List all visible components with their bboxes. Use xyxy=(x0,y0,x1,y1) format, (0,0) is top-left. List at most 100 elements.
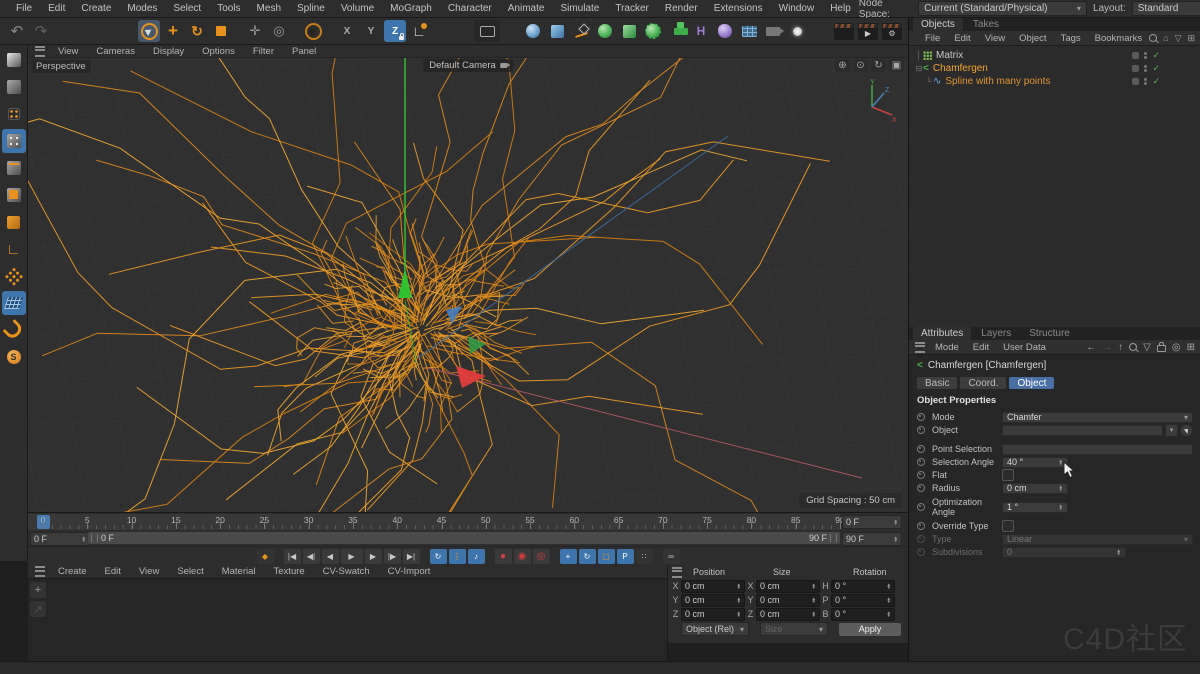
mat-menu-cv-import[interactable]: CV-Import xyxy=(380,566,439,577)
prev-key-button[interactable]: ◀| xyxy=(303,549,320,564)
menu-tools[interactable]: Tools xyxy=(209,3,248,14)
range-right-grip[interactable] xyxy=(830,534,837,542)
prev-frame-button[interactable]: ◀ xyxy=(322,549,339,564)
polygon-mode-button[interactable] xyxy=(2,183,26,207)
menu-animate[interactable]: Animate xyxy=(500,3,553,14)
object-row-matrix[interactable]: │ Matrix ✓ xyxy=(909,49,1200,62)
move-button[interactable]: + xyxy=(162,20,184,42)
expander-icon[interactable]: ⊟ xyxy=(915,64,923,73)
position-y-field[interactable]: 0 cm▲▼ xyxy=(681,594,745,607)
om-path-icon[interactable]: ⌂ xyxy=(1163,33,1168,43)
override-type-checkbox[interactable] xyxy=(1002,520,1014,532)
menu-mesh[interactable]: Mesh xyxy=(249,3,289,14)
coordinate-system-button[interactable]: ∟ xyxy=(408,20,430,42)
axis-y-button[interactable]: Y xyxy=(360,20,382,42)
menu-extensions[interactable]: Extensions xyxy=(706,3,771,14)
object-row-chamfergen[interactable]: ⊟ < Chamfergen ✓ xyxy=(909,62,1200,75)
live-selection-button[interactable] xyxy=(138,20,160,42)
parent-up-icon[interactable]: ↑ xyxy=(1118,342,1123,353)
track-icon[interactable]: ◎ xyxy=(1172,342,1181,353)
mat-menu-texture[interactable]: Texture xyxy=(266,566,313,577)
camera-button[interactable] xyxy=(762,20,784,42)
maximize-view-icon[interactable]: ▣ xyxy=(889,59,904,72)
rotation-h-field[interactable]: 0 °▲▼ xyxy=(831,580,895,593)
visibility-toggles[interactable] xyxy=(1144,78,1147,85)
spinner-icon[interactable]: ▲▼ xyxy=(82,536,86,542)
flat-checkbox[interactable] xyxy=(1002,469,1014,481)
keyframe-dot-icon[interactable] xyxy=(917,522,925,530)
snap-button[interactable] xyxy=(2,318,26,342)
mode-dropdown[interactable]: Chamfer▾ xyxy=(1002,412,1193,423)
om-menu-object[interactable]: Object xyxy=(1012,33,1053,44)
size-mode-dropdown[interactable]: Size▾ xyxy=(760,622,828,636)
om-menu-view[interactable]: View xyxy=(978,33,1012,44)
position-x-field[interactable]: 0 cm▲▼ xyxy=(681,580,745,593)
subdivision-surface-button[interactable] xyxy=(594,20,616,42)
object-picker-icon[interactable] xyxy=(1180,424,1193,437)
model-mode-button[interactable] xyxy=(2,75,26,99)
range-start-field[interactable]: 0 F ▲▼ xyxy=(30,532,90,546)
object-dropdown-icon[interactable]: ▾ xyxy=(1165,424,1178,437)
attr-search-icon[interactable] xyxy=(1129,343,1137,351)
point-selection-field[interactable] xyxy=(1002,444,1193,455)
menu-modes[interactable]: Modes xyxy=(119,3,165,14)
size-y-field[interactable]: 0 cm▲▼ xyxy=(756,594,820,607)
goto-end-button[interactable]: ▶| xyxy=(403,549,420,564)
orbit-icon[interactable]: ↻ xyxy=(871,59,886,72)
optimization-angle-field[interactable]: 1 °▲▼ xyxy=(1002,502,1068,513)
coords-menu-icon[interactable] xyxy=(672,567,682,578)
current-frame-field[interactable]: 0 F ▲▼ xyxy=(842,515,902,529)
position-z-field[interactable]: 0 cm▲▼ xyxy=(681,608,745,621)
generator-button[interactable] xyxy=(618,20,640,42)
keyframe-dot-icon[interactable] xyxy=(917,413,925,421)
object-link-field[interactable] xyxy=(1002,425,1163,436)
volume-builder-button[interactable] xyxy=(642,20,664,42)
scale-button[interactable] xyxy=(210,20,232,42)
om-search-icon[interactable] xyxy=(1149,34,1157,42)
attr-menu-mode[interactable]: Mode xyxy=(928,342,966,353)
size-x-field[interactable]: 0 cm▲▼ xyxy=(756,580,820,593)
render-view-button[interactable] xyxy=(474,20,500,42)
layer-color-chip[interactable] xyxy=(1132,65,1139,72)
loop-mode-button[interactable]: ↻ xyxy=(430,549,447,564)
keyframe-list-button[interactable]: ⋮ xyxy=(449,549,466,564)
metaball-button[interactable] xyxy=(714,20,736,42)
key-pla-button[interactable]: ∷ xyxy=(636,549,653,564)
import-material-button[interactable]: ↗ xyxy=(30,601,46,617)
attr-menu-icon[interactable] xyxy=(915,342,925,353)
radius-field[interactable]: 0 cm▲▼ xyxy=(1002,483,1068,494)
undo-button[interactable]: ↶ xyxy=(6,20,28,42)
dolly-icon[interactable]: ⊙ xyxy=(853,59,868,72)
rotate-button[interactable]: ↻ xyxy=(186,20,208,42)
play-button[interactable]: ▶ xyxy=(341,549,363,564)
keyframe-dot-icon[interactable] xyxy=(917,426,925,434)
apply-button[interactable]: Apply xyxy=(839,623,901,636)
texture-mode-button[interactable] xyxy=(2,102,26,126)
viewport-menu-icon[interactable] xyxy=(35,46,45,57)
floor-button[interactable] xyxy=(738,20,760,42)
light-button[interactable] xyxy=(786,20,808,42)
redo-button[interactable]: ↷ xyxy=(30,20,52,42)
visibility-toggles[interactable] xyxy=(1144,65,1147,72)
pan-icon[interactable]: ⊕ xyxy=(835,59,850,72)
subtab-coord[interactable]: Coord. xyxy=(960,377,1006,389)
key-position-button[interactable]: + xyxy=(560,549,577,564)
texture-axis-button[interactable] xyxy=(2,264,26,288)
menu-create[interactable]: Create xyxy=(73,3,119,14)
spline-pen-button[interactable] xyxy=(522,20,544,42)
mat-menu-view[interactable]: View xyxy=(131,566,167,577)
attr-menu-edit[interactable]: Edit xyxy=(966,342,996,353)
subtab-object[interactable]: Object xyxy=(1009,377,1054,389)
keyframe-dot-icon[interactable] xyxy=(917,484,925,492)
cloner-button[interactable] xyxy=(666,20,688,42)
attr-add-icon[interactable]: ⊞ xyxy=(1187,342,1195,353)
goto-start-button[interactable]: |◀ xyxy=(284,549,301,564)
record-keyframe-button[interactable]: ● xyxy=(495,549,512,564)
symmetry-button[interactable]: H xyxy=(690,20,712,42)
menu-window[interactable]: Window xyxy=(771,3,823,14)
menu-file[interactable]: File xyxy=(8,3,40,14)
render-active-view-button[interactable] xyxy=(834,23,854,40)
next-key-button[interactable]: |▶ xyxy=(384,549,401,564)
attr-filter-icon[interactable]: ▽ xyxy=(1143,342,1151,353)
mat-menu-edit[interactable]: Edit xyxy=(97,566,129,577)
